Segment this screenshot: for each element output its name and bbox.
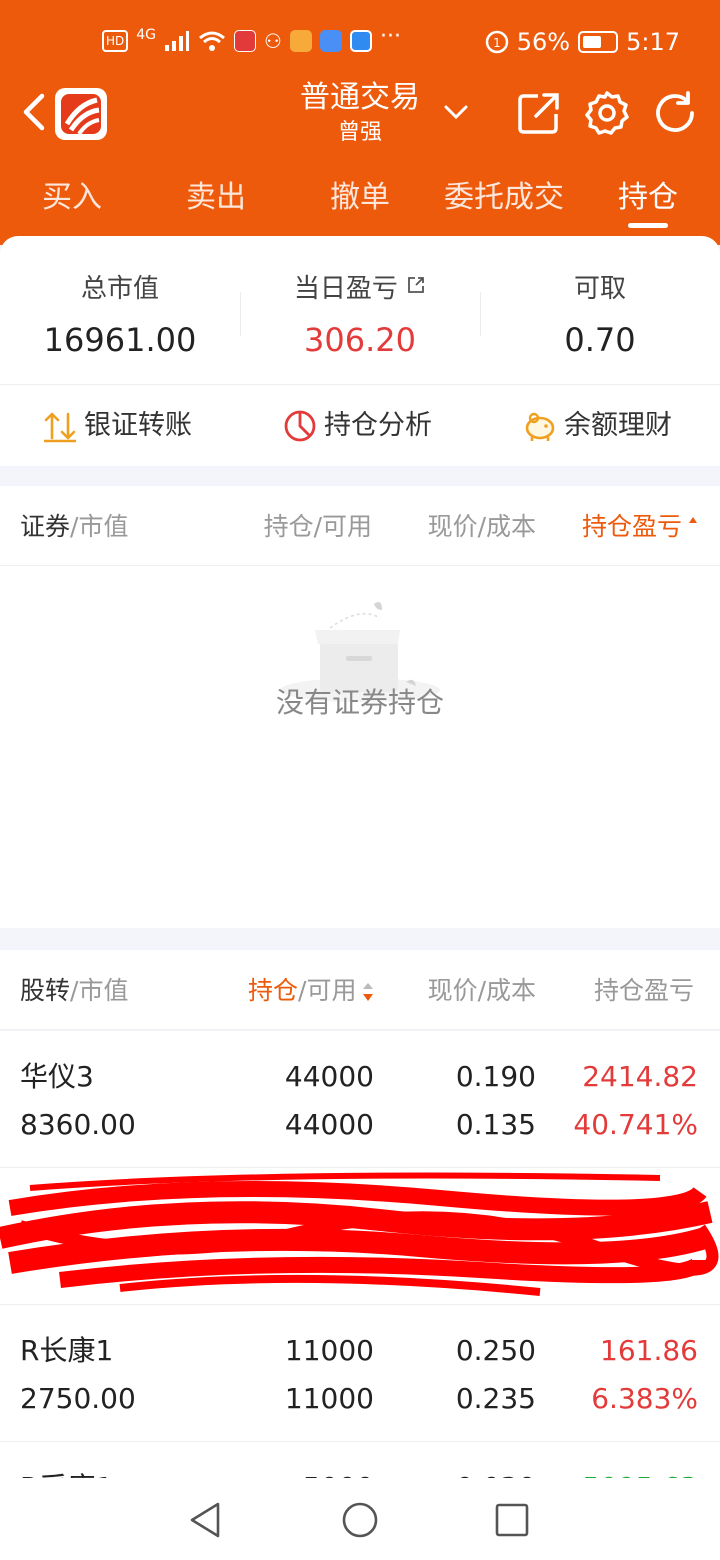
table-row[interactable]: R长康1 2750.00 11000 11000 0.250 0.235 161… — [0, 1305, 720, 1442]
table-row[interactable]: R采康1 5000 0.030 5095.63 — [0, 1442, 720, 1478]
battery-saver-icon: 1 — [485, 30, 508, 54]
nav-home-icon[interactable] — [340, 1500, 380, 1540]
wifi-icon — [199, 31, 225, 51]
tab-buy[interactable]: 买入 — [40, 170, 104, 226]
account-selector[interactable]: 普通交易 曾强 — [280, 78, 440, 148]
chevron-down-icon[interactable] — [442, 100, 470, 124]
system-nav-bar — [0, 1478, 720, 1560]
app-header: HD 4G ⚇ ··· 1 56% 5:17 普通交易 曾强 买入 卖出 撤单 … — [0, 0, 720, 245]
more-icon: ··· — [379, 24, 401, 49]
col-header-security[interactable]: 证券/市值 — [20, 510, 128, 544]
tab-orders[interactable]: 委托成交 — [440, 170, 568, 226]
divider — [0, 384, 720, 385]
withdrawable-balance: 可取 0.70 — [564, 274, 636, 359]
daily-profit-loss[interactable]: 当日盈亏 306.20 — [240, 272, 480, 360]
active-tab-indicator — [628, 223, 668, 228]
tab-cancel[interactable]: 撤单 — [328, 170, 392, 226]
video-app-icon — [289, 29, 312, 52]
sort-asc-icon — [689, 517, 697, 523]
piggy-bank-icon — [525, 412, 555, 441]
signal-4g-icon: 4G — [136, 26, 157, 43]
sort-desc-icon — [363, 983, 373, 1001]
signal-icon — [165, 30, 190, 51]
app-store-icon — [234, 29, 257, 52]
music-app-icon — [319, 29, 342, 52]
table-row-redacted[interactable] — [0, 1168, 720, 1305]
svg-text:1: 1 — [493, 36, 501, 50]
col-header-holding-sorted[interactable]: 持仓/可用 — [248, 974, 356, 1008]
pie-chart-icon — [284, 410, 316, 442]
divider — [0, 565, 720, 566]
total-market-value: 总市值 16961.00 — [43, 274, 197, 359]
table-row[interactable]: 华仪3 8360.00 44000 44000 0.190 0.135 2414… — [0, 1031, 720, 1168]
tab-sell[interactable]: 卖出 — [184, 170, 248, 226]
battery-percent: 56% — [516, 28, 571, 56]
battery-icon — [578, 31, 619, 53]
back-icon[interactable] — [18, 92, 48, 132]
page-title: 普通交易 — [300, 80, 420, 115]
chat-app-icon — [349, 29, 372, 52]
status-time: 5:17 — [626, 28, 680, 56]
col-header-profit-loss[interactable]: 持仓盈亏 — [594, 974, 700, 1008]
nav-back-icon[interactable] — [186, 1500, 226, 1540]
redaction-scribble — [0, 1172, 719, 1296]
status-bar: HD 4G ⚇ ··· 1 56% 5:17 — [0, 24, 720, 60]
account-name: 曾强 — [337, 120, 382, 145]
col-header-holding[interactable]: 持仓/可用 — [264, 510, 372, 544]
empty-state-text: 没有证券持仓 — [275, 686, 444, 719]
balance-wealth-button[interactable]: 余额理财 — [522, 406, 672, 446]
settings-icon[interactable] — [584, 90, 630, 136]
securities-positions-panel: 证券/市值 持仓/可用 现价/成本 持仓盈亏 没有证券持仓 — [0, 486, 720, 928]
external-link-icon — [408, 277, 425, 293]
nav-recents-icon[interactable] — [492, 1500, 532, 1540]
refresh-icon[interactable] — [652, 90, 698, 136]
transfer-icon — [44, 412, 76, 443]
col-header-stock[interactable]: 股转/市值 — [20, 974, 128, 1008]
trade-tabs: 买入 卖出 撤单 委托成交 持仓 — [0, 170, 720, 230]
col-header-price-cost[interactable]: 现价/成本 — [428, 510, 536, 544]
apps-icon: ⚇ — [264, 28, 282, 53]
divider — [0, 1029, 720, 1030]
position-analysis-button[interactable]: 持仓分析 — [282, 406, 432, 446]
col-header-price-cost[interactable]: 现价/成本 — [428, 974, 536, 1008]
share-icon[interactable] — [516, 90, 562, 136]
broker-logo — [55, 88, 107, 140]
hd-icon: HD — [102, 29, 129, 52]
tab-positions[interactable]: 持仓 — [616, 170, 680, 226]
share-transfer-header: 股转/市值 持仓/可用 现价/成本 持仓盈亏 — [0, 950, 720, 1030]
col-header-profit-loss[interactable]: 持仓盈亏 — [582, 510, 702, 544]
bank-transfer-button[interactable]: 银证转账 — [42, 406, 192, 446]
asset-summary-card: 总市值 16961.00 当日盈亏 306.20 可取 0.70 银证转账 持仓… — [0, 236, 720, 466]
